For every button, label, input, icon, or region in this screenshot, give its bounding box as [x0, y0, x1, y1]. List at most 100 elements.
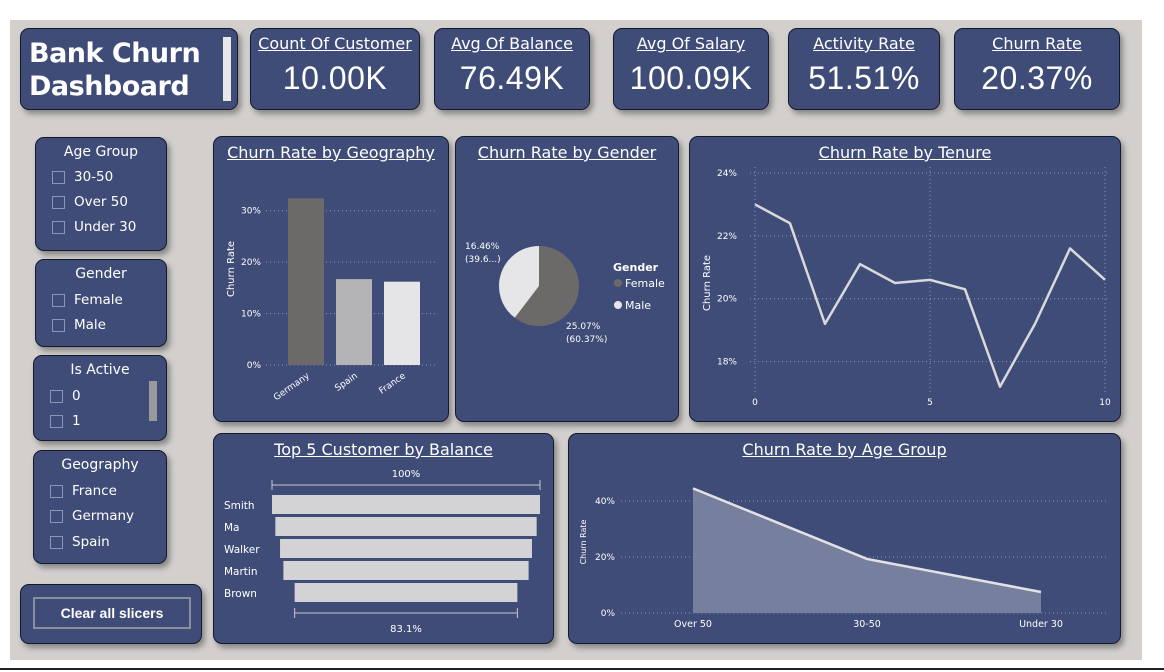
kpi-card-avg-salary[interactable]: Avg Of Salary 100.09K — [613, 28, 769, 110]
slicer-item-spain[interactable]: Spain — [50, 534, 110, 550]
y-tick-label: 24% — [717, 169, 737, 179]
data-label: 16.46% — [465, 242, 500, 252]
y-tick-label: 40% — [595, 497, 615, 507]
slicer-item-label: Germany — [72, 508, 135, 524]
checkbox[interactable] — [50, 484, 63, 498]
slicer-is-active: Is Active 0 1 — [33, 355, 167, 441]
checkbox[interactable] — [52, 293, 65, 307]
y-tick-label: 0% — [601, 609, 616, 619]
checkbox[interactable] — [52, 220, 65, 234]
kpi-value: 51.51% — [808, 60, 920, 96]
slicer-item-30-50[interactable]: 30-50 — [52, 169, 113, 185]
slicer-item-label: Female — [74, 292, 123, 308]
slicer-title: Is Active — [70, 362, 130, 378]
checkbox[interactable] — [50, 389, 63, 403]
x-tick-label: Over 50 — [674, 619, 712, 630]
funnel-bar-brown — [294, 583, 518, 602]
y-axis-label: Churn Rate — [702, 255, 713, 311]
slicer-item-0[interactable]: 0 — [50, 388, 81, 404]
chart-card-tenure[interactable]: Churn Rate by Tenure 18% 20% 22% 24% 0 5 10 Chu… — [689, 136, 1121, 422]
slicer-item-male[interactable]: Male — [52, 317, 106, 333]
checkbox[interactable] — [52, 195, 65, 209]
kpi-card-count-customer[interactable]: Count Of Customer 10.00K — [250, 28, 420, 110]
gender-pie-chart: 25.07% (60.37%) 16.46% (39.6...) Gender Femal… — [465, 242, 665, 345]
kpi-label: Count Of Customer — [258, 34, 412, 53]
kpi-label: Activity Rate — [813, 34, 915, 53]
x-tick-label: Spain — [333, 371, 359, 394]
slicer-item-label: France — [72, 483, 117, 499]
bar-spain — [336, 279, 372, 365]
slicer-item-france[interactable]: France — [50, 483, 117, 499]
x-tick-label: Under 30 — [1019, 619, 1063, 630]
y-tick-label: 10% — [241, 310, 261, 320]
top-value-label: 100% — [392, 469, 421, 480]
slicer-geography: Geography France Germany Spain — [33, 450, 167, 564]
x-tick-label: France — [377, 371, 408, 397]
dashboard-title-card: Bank Churn Dashboard — [20, 28, 238, 110]
kpi-card-avg-balance[interactable]: Avg Of Balance 76.49K — [434, 28, 590, 110]
checkbox[interactable] — [50, 509, 63, 523]
bar-france — [384, 281, 420, 365]
chart-card-gender[interactable]: Churn Rate by Gender 25.07% (60.37%) 16.46… — [455, 136, 679, 422]
slicer-title: Gender — [75, 266, 127, 282]
funnel-bar-ma — [275, 517, 537, 536]
chart-card-geography[interactable]: Churn Rate by Geography 0% 10% 20% 30% Churn… — [213, 136, 449, 422]
tenure-line-chart: 18% 20% 22% 24% 0 5 10 Churn Rate — [702, 167, 1111, 408]
bottom-value-label: 83.1% — [390, 624, 422, 635]
x-tick-label: 5 — [927, 398, 933, 408]
top5-funnel-chart: 100% Smith Ma Walker Martin Brown 83.1% — [224, 469, 541, 635]
clear-all-slicers-button[interactable]: Clear all slicers — [33, 597, 191, 629]
slicer-item-label: 1 — [72, 413, 81, 429]
slicer-title: Geography — [61, 457, 139, 473]
category-label: Ma — [224, 522, 240, 534]
age-group-area-chart: 0% 20% 40% Churn Rate Over 50 30-50 Under 30 — [579, 487, 1109, 630]
data-label: 25.07% — [566, 322, 601, 332]
checkbox[interactable] — [52, 170, 65, 184]
slicer-item-female[interactable]: Female — [52, 292, 123, 308]
slicer-item-label: 0 — [72, 388, 81, 404]
legend-item: Male — [625, 299, 651, 312]
y-axis-label: Churn Rate — [226, 241, 237, 297]
y-axis-label: Churn Rate — [579, 520, 588, 565]
checkbox[interactable] — [50, 535, 63, 549]
kpi-card-activity-rate[interactable]: Activity Rate 51.51% — [788, 28, 940, 110]
slicer-item-label: Over 50 — [74, 194, 128, 210]
slicer-item-over-50[interactable]: Over 50 — [52, 194, 128, 210]
slicer-item-germany[interactable]: Germany — [50, 508, 134, 524]
legend-item: Female — [625, 277, 665, 290]
legend-marker — [614, 301, 622, 309]
dashboard-title: Bank Churn Dashboard — [29, 38, 201, 102]
chart-card-top5-balance[interactable]: Top 5 Customer by Balance 100% Smith Ma Wal… — [213, 433, 554, 644]
data-label: (60.37%) — [566, 335, 607, 345]
bar-germany — [288, 198, 324, 365]
checkbox[interactable] — [50, 414, 63, 428]
checkbox[interactable] — [52, 318, 65, 332]
y-tick-label: 22% — [717, 232, 737, 242]
kpi-value: 100.09K — [629, 60, 753, 96]
slicer-item-label: 30-50 — [74, 169, 114, 185]
kpi-label: Churn Rate — [992, 34, 1082, 53]
category-label: Walker — [224, 544, 260, 556]
kpi-card-churn-rate[interactable]: Churn Rate 20.37% — [954, 28, 1120, 110]
slicer-item-label: Spain — [72, 534, 110, 550]
funnel-bar-walker — [280, 539, 532, 558]
x-tick-label: 30-50 — [853, 619, 881, 630]
y-tick-label: 20% — [595, 553, 615, 563]
x-tick-label: 0 — [752, 398, 758, 408]
slicer-item-under-30[interactable]: Under 30 — [52, 219, 136, 235]
divider — [0, 668, 1164, 670]
chart-card-age-group[interactable]: Churn Rate by Age Group 0% 20% 40% Churn Ra… — [568, 433, 1121, 644]
data-label: (39.6...) — [465, 255, 501, 265]
slicer-scrollbar[interactable] — [149, 381, 157, 421]
kpi-label: Avg Of Balance — [451, 34, 573, 53]
area-fill — [693, 488, 1041, 613]
y-tick-label: 20% — [241, 258, 261, 268]
kpi-value: 10.00K — [282, 60, 388, 96]
y-tick-label: 0% — [247, 361, 262, 371]
funnel-bar-martin — [283, 561, 529, 580]
slicer-item-1[interactable]: 1 — [50, 413, 81, 429]
slicer-item-label: Under 30 — [74, 219, 137, 235]
kpi-value: 20.37% — [981, 60, 1093, 96]
legend-marker — [614, 279, 622, 287]
category-label: Smith — [224, 500, 255, 512]
